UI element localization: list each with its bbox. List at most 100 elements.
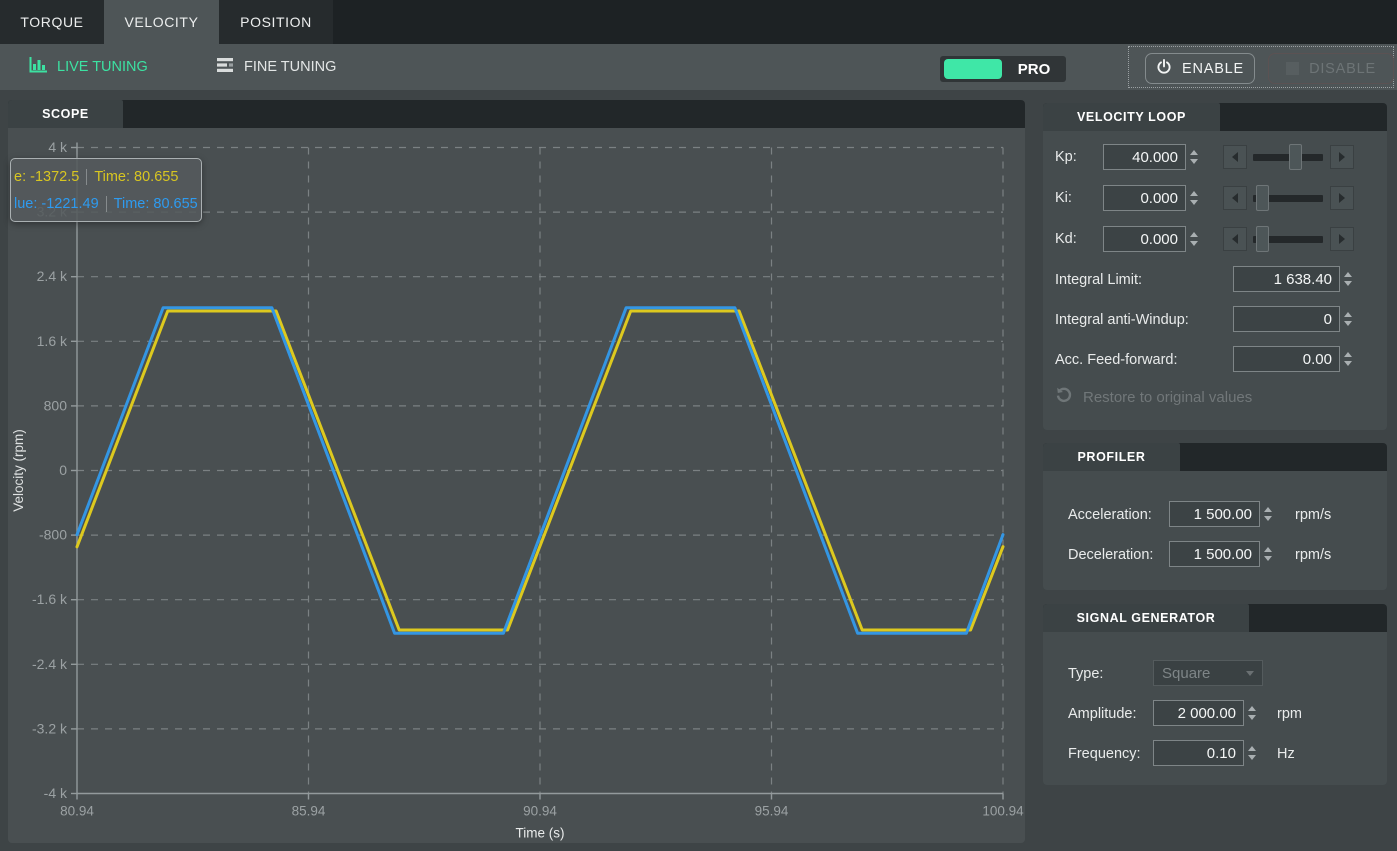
- kp-slider-thumb[interactable]: [1289, 144, 1302, 170]
- svg-text:-1.6 k: -1.6 k: [32, 591, 68, 607]
- frequency-spin-down-icon[interactable]: [1247, 755, 1256, 760]
- signal-type-value: Square: [1162, 664, 1211, 682]
- kp-slider-right-button[interactable]: [1330, 145, 1354, 169]
- kd-spin-down-icon[interactable]: [1189, 241, 1198, 246]
- svg-text:2.4 k: 2.4 k: [37, 268, 68, 284]
- frequency-field[interactable]: 0.10: [1153, 740, 1259, 766]
- acceleration-spin-up-icon[interactable]: [1263, 507, 1272, 512]
- kp-slider[interactable]: [1223, 143, 1357, 171]
- tooltip-demand-time: Time: 80.655: [94, 168, 179, 185]
- type-label: Type:: [1068, 666, 1104, 682]
- bar-chart-icon: [28, 56, 48, 78]
- kd-spin-up-icon[interactable]: [1189, 232, 1198, 237]
- pro-label: PRO: [1017, 60, 1051, 78]
- amplitude-field[interactable]: 2 000.00: [1153, 700, 1259, 726]
- amplitude-unit: rpm: [1277, 706, 1302, 722]
- acceleration-value: 1 500.00: [1193, 505, 1252, 523]
- deceleration-spin-down-icon[interactable]: [1263, 556, 1272, 561]
- undo-icon: [1055, 386, 1073, 408]
- tab-torque[interactable]: TORQUE: [0, 0, 104, 44]
- x-axis-label: Time (s): [516, 826, 565, 841]
- kd-slider-left-button[interactable]: [1223, 227, 1247, 251]
- signal-generator-panel: SIGNAL GENERATOR Type: Square Amplitude:…: [1043, 604, 1387, 785]
- kd-slider-track[interactable]: [1253, 226, 1323, 252]
- integral-limit-field[interactable]: 1 638.40: [1233, 266, 1355, 292]
- equalizer-icon: [215, 57, 235, 77]
- amplitude-label: Amplitude:: [1068, 706, 1137, 722]
- scope-panel: 4 k3.2 k2.4 k1.6 k8000-800-1.6 k-2.4 k-3…: [8, 100, 1025, 843]
- anti-windup-spin-up-icon[interactable]: [1343, 312, 1352, 317]
- tab-position[interactable]: POSITION: [219, 0, 333, 44]
- kd-slider-thumb[interactable]: [1256, 226, 1269, 252]
- tooltip-row-actual: lue: -1221.49 Time: 80.655: [11, 195, 201, 212]
- feed-forward-spin-up-icon[interactable]: [1343, 352, 1352, 357]
- enable-label: ENABLE: [1181, 60, 1245, 77]
- feed-forward-spin-down-icon[interactable]: [1343, 361, 1352, 366]
- ki-spin-down-icon[interactable]: [1189, 200, 1198, 205]
- kp-slider-track[interactable]: [1253, 144, 1323, 170]
- acceleration-label: Acceleration:: [1068, 507, 1152, 523]
- tooltip-row-demand: e: -1372.5 Time: 80.655: [11, 168, 201, 185]
- y-axis-label: Velocity (rpm): [11, 429, 26, 512]
- arrow-right-icon: [1339, 193, 1345, 203]
- ki-slider-right-button[interactable]: [1330, 186, 1354, 210]
- restore-defaults-button[interactable]: Restore to original values: [1055, 386, 1252, 408]
- anti-windup-spin-down-icon[interactable]: [1343, 321, 1352, 326]
- kp-slider-left-button[interactable]: [1223, 145, 1247, 169]
- anti-windup-label: Integral anti-Windup:: [1055, 312, 1189, 328]
- ki-slider-thumb[interactable]: [1256, 185, 1269, 211]
- deceleration-spin-up-icon[interactable]: [1263, 547, 1272, 552]
- ki-field[interactable]: 0.000: [1103, 185, 1201, 211]
- svg-text:4 k: 4 k: [48, 139, 68, 155]
- arrow-left-icon: [1232, 234, 1238, 244]
- amplitude-spin-down-icon[interactable]: [1247, 715, 1256, 720]
- restore-label: Restore to original values: [1083, 388, 1253, 406]
- kd-field[interactable]: 0.000: [1103, 226, 1201, 252]
- kp-field[interactable]: 40.000: [1103, 144, 1201, 170]
- tab-velocity[interactable]: VELOCITY: [104, 0, 219, 46]
- acceleration-field[interactable]: 1 500.00: [1169, 501, 1275, 527]
- scope-panel-header: SCOPE: [8, 100, 1025, 128]
- deceleration-label: Deceleration:: [1068, 547, 1154, 563]
- acceleration-spin-down-icon[interactable]: [1263, 516, 1272, 521]
- frequency-spin-up-icon[interactable]: [1247, 746, 1256, 751]
- ki-slider-left-button[interactable]: [1223, 186, 1247, 210]
- amplitude-value: 2 000.00: [1177, 704, 1236, 722]
- live-tuning-tab[interactable]: LIVE TUNING: [28, 44, 148, 90]
- profiler-header: PROFILER: [1043, 443, 1387, 471]
- fine-tuning-tab[interactable]: FINE TUNING: [215, 44, 336, 90]
- kd-label: Kd:: [1055, 231, 1077, 247]
- signal-type-dropdown[interactable]: Square: [1153, 660, 1263, 686]
- profiler-title: PROFILER: [1043, 443, 1180, 471]
- integral-limit-spin-down-icon[interactable]: [1343, 281, 1352, 286]
- toggle-knob[interactable]: [944, 59, 1002, 79]
- enable-button[interactable]: ENABLE: [1145, 53, 1255, 84]
- kp-spin-down-icon[interactable]: [1189, 159, 1198, 164]
- app-window: TORQUE VELOCITY POSITION LIVE TUNING FIN…: [0, 0, 1397, 851]
- scope-tab[interactable]: SCOPE: [8, 100, 123, 128]
- ki-label: Ki:: [1055, 190, 1072, 206]
- fine-tuning-label: FINE TUNING: [244, 59, 337, 75]
- deceleration-field[interactable]: 1 500.00: [1169, 541, 1275, 567]
- integral-limit-label: Integral Limit:: [1055, 272, 1143, 288]
- profiler-panel: PROFILER Acceleration: 1 500.00 rpm/s De…: [1043, 443, 1387, 590]
- ki-spin-up-icon[interactable]: [1189, 191, 1198, 196]
- deceleration-unit: rpm/s: [1295, 547, 1332, 563]
- kd-slider[interactable]: [1223, 225, 1357, 253]
- integral-limit-spin-up-icon[interactable]: [1343, 272, 1352, 277]
- pro-toggle[interactable]: PRO: [940, 56, 1066, 82]
- svg-text:0: 0: [59, 462, 67, 478]
- kp-spin-up-icon[interactable]: [1189, 150, 1198, 155]
- svg-text:100.94: 100.94: [982, 804, 1024, 819]
- stop-icon: [1286, 62, 1300, 75]
- feed-forward-field[interactable]: 0.00: [1233, 346, 1355, 372]
- anti-windup-field[interactable]: 0: [1233, 306, 1355, 332]
- ki-slider-track[interactable]: [1253, 185, 1323, 211]
- ki-slider[interactable]: [1223, 184, 1357, 212]
- disable-button[interactable]: DISABLE: [1268, 53, 1394, 84]
- velocity-loop-panel: VELOCITY LOOP Kp: 40.000 Ki: 0.000 Kd: 0…: [1043, 103, 1387, 430]
- deceleration-value: 1 500.00: [1193, 545, 1252, 563]
- amplitude-spin-up-icon[interactable]: [1247, 706, 1256, 711]
- ki-value: 0.000: [1140, 189, 1178, 207]
- kd-slider-right-button[interactable]: [1330, 227, 1354, 251]
